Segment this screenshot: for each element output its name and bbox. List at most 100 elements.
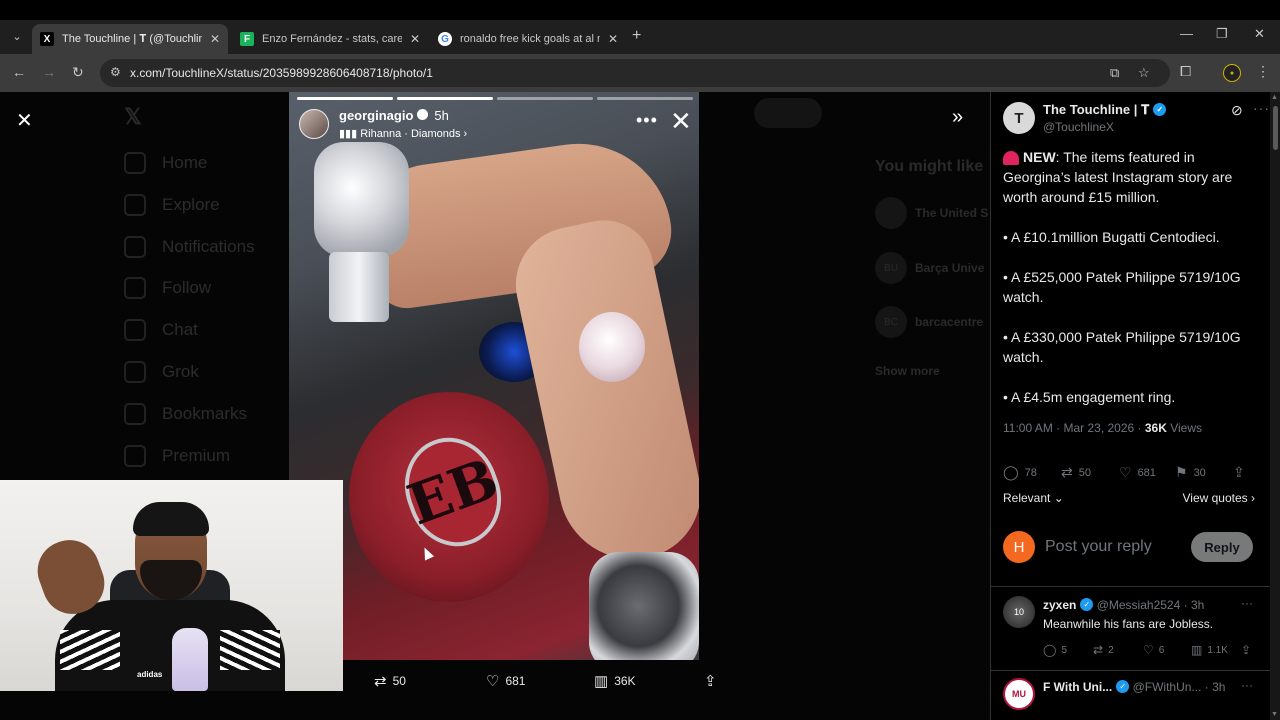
site-info-icon[interactable]: ⚙ xyxy=(110,65,121,79)
nav-premium: Premium xyxy=(124,445,230,467)
progress-segment xyxy=(397,97,493,100)
reply-retweet-button[interactable]: ⇄ 2 xyxy=(1093,643,1114,657)
close-viewer-icon[interactable]: ✕ xyxy=(16,108,33,133)
progress-segment xyxy=(497,97,593,100)
tab-touchline[interactable]: X The Touchline | 𝐓 (@TouchlineX ✕ xyxy=(32,24,228,54)
nav-grok: Grok xyxy=(124,361,199,383)
address-bar-row: ← → ↻ ⚙ x.com/TouchlineX/status/20359899… xyxy=(0,54,1280,92)
tab-title: Enzo Fernández - stats, career a xyxy=(262,33,402,45)
scroll-up-icon[interactable]: ▲ xyxy=(1271,94,1278,101)
heart-icon: ♡ xyxy=(486,673,500,690)
story-progress xyxy=(297,97,693,100)
panel-scrollbar[interactable]: ▲ ▼ xyxy=(1270,92,1280,720)
tweet-author: T The Touchline | 𝐓 ✓ @TouchlineX ⊘ ··· xyxy=(1003,100,1269,136)
reply-avatar[interactable]: 10 xyxy=(1003,596,1035,628)
reply-composer: H Post your reply Reply xyxy=(1003,529,1255,565)
tweet-bullet: • A £525,000 Patek Philippe 5719/10G wat… xyxy=(1003,269,1241,305)
divider xyxy=(991,670,1270,671)
retweet-button[interactable]: ⇄ 50 xyxy=(374,672,406,690)
show-more-link: Show more xyxy=(875,364,940,378)
jacket-stripes xyxy=(60,630,120,670)
url-text[interactable]: x.com/TouchlineX/status/2035989928606408… xyxy=(130,66,433,80)
retweet-count-button[interactable]: ⇄ 50 xyxy=(1061,464,1091,481)
suggestion-row: BC barcacentre xyxy=(875,306,983,338)
share-button[interactable]: ⇪ xyxy=(704,672,723,690)
reply-share-button[interactable]: ⇪ xyxy=(1241,643,1256,657)
reply-button[interactable]: Reply xyxy=(1191,532,1253,562)
grok-icon[interactable]: ⊘ xyxy=(1231,102,1243,119)
nav-notifications: Notifications xyxy=(124,236,255,258)
author-avatar[interactable]: T xyxy=(1003,102,1035,134)
more-icon[interactable]: ··· xyxy=(1241,678,1253,692)
extensions-icon[interactable]: ⧠ xyxy=(1180,63,1191,80)
tweet-bullet: • A £10.1million Bugatti Centodieci. xyxy=(1003,229,1220,245)
menu-kebab-icon[interactable]: ⋮ xyxy=(1256,63,1270,80)
close-tab-icon[interactable]: ✕ xyxy=(608,32,618,46)
story-more-icon[interactable]: ••• xyxy=(636,110,658,131)
sort-dropdown[interactable]: Relevant ⌄ xyxy=(1003,491,1064,505)
timestamp[interactable]: 11:00 AM · Mar 23, 2026 · xyxy=(1003,421,1145,435)
reply-avatar[interactable]: MU xyxy=(1003,678,1035,710)
profile-avatar[interactable]: ● xyxy=(1223,64,1241,82)
google-favicon-icon: G xyxy=(438,32,452,46)
more-icon[interactable]: ··· xyxy=(1253,100,1270,116)
suggestion-row: BU Barça Unive xyxy=(875,252,984,284)
window-top xyxy=(0,0,1280,20)
author-name[interactable]: The Touchline | 𝐓 ✓ xyxy=(1043,102,1167,118)
retweet-icon: ⇄ xyxy=(1061,464,1073,480)
comment-icon: ◯ xyxy=(1043,643,1057,657)
scroll-thumb[interactable] xyxy=(1273,106,1278,150)
bookmark-star-icon[interactable]: ☆ xyxy=(1138,65,1150,81)
reply-comment-button[interactable]: ◯ 5 xyxy=(1043,643,1067,657)
like-count-button[interactable]: ♡ 681 xyxy=(1119,464,1156,481)
tweet-bullet: • A £330,000 Patek Philippe 5719/10G wat… xyxy=(1003,329,1241,365)
comment-icon: ◯ xyxy=(1003,464,1019,480)
views-button[interactable]: ▥ 36K xyxy=(594,672,636,690)
view-quotes-link[interactable]: View quotes › xyxy=(1183,491,1256,505)
nav-chat: Chat xyxy=(124,319,198,341)
shirt-logo: adidas xyxy=(137,670,163,679)
reply-count-button[interactable]: ◯ 78 xyxy=(1003,464,1037,481)
bookmark-icon: ⚑ xyxy=(1175,464,1188,480)
tab-enzo[interactable]: F Enzo Fernández - stats, career a ✕ xyxy=(232,24,428,54)
reply-like-button[interactable]: ♡ 6 xyxy=(1143,643,1164,657)
restore-icon[interactable]: ❐ xyxy=(1216,26,1228,42)
engagement-ring xyxy=(579,312,645,382)
story-close-icon[interactable]: ✕ xyxy=(670,106,692,137)
engagement-bar: ◯ 78 ⇄ 50 ♡ 681 ⚑ 30 ⇪ xyxy=(1003,464,1255,484)
close-tab-icon[interactable]: ✕ xyxy=(210,32,220,46)
dimmed-follow-button xyxy=(754,98,822,128)
story-photo[interactable]: EB xyxy=(289,92,699,660)
tab-ronaldo[interactable]: G ronaldo free kick goals at al nas ✕ xyxy=(430,24,626,54)
more-icon[interactable]: ··· xyxy=(1241,596,1253,610)
bookmark-count-button[interactable]: ⚑ 30 xyxy=(1175,464,1206,481)
close-window-icon[interactable]: ✕ xyxy=(1254,26,1265,42)
omnibox[interactable]: ⚙ x.com/TouchlineX/status/20359899286064… xyxy=(100,59,1170,87)
scroll-down-icon[interactable]: ▼ xyxy=(1271,711,1278,718)
tab-search-button[interactable]: ⌄ xyxy=(6,25,28,47)
story-avatar[interactable] xyxy=(299,108,329,139)
author-handle[interactable]: @TouchlineX xyxy=(1043,120,1114,134)
verified-badge-icon: ✓ xyxy=(1153,103,1167,117)
new-tab-button[interactable]: + xyxy=(632,27,641,45)
share-button[interactable]: ⇪ xyxy=(1233,464,1251,481)
suggestion-row: The United S xyxy=(875,197,988,229)
might-like-heading: You might like xyxy=(875,158,984,175)
close-tab-icon[interactable]: ✕ xyxy=(410,32,420,46)
back-icon[interactable]: ← xyxy=(12,64,26,80)
reply-views-button[interactable]: ▥ 1.1K xyxy=(1191,643,1228,657)
story-music: ▮▮▮ Rihanna · Diamonds › xyxy=(339,128,468,140)
minimize-icon[interactable]: — xyxy=(1180,26,1193,41)
diamond-watch xyxy=(314,142,409,257)
install-app-icon[interactable]: ⧉ xyxy=(1110,65,1119,81)
like-button[interactable]: ♡ 681 xyxy=(486,672,525,690)
jacket-stripes xyxy=(220,630,280,670)
share-icon: ⇪ xyxy=(1233,464,1245,480)
nav-explore: Explore xyxy=(124,194,220,216)
views-chart-icon: ▥ xyxy=(594,673,609,690)
forward-icon[interactable]: → xyxy=(42,64,56,80)
reply-input[interactable]: Post your reply xyxy=(1045,538,1152,556)
story-username[interactable]: georginagio xyxy=(339,108,413,123)
expand-panel-icon[interactable]: » xyxy=(952,106,963,129)
reload-icon[interactable]: ↻ xyxy=(72,64,84,81)
